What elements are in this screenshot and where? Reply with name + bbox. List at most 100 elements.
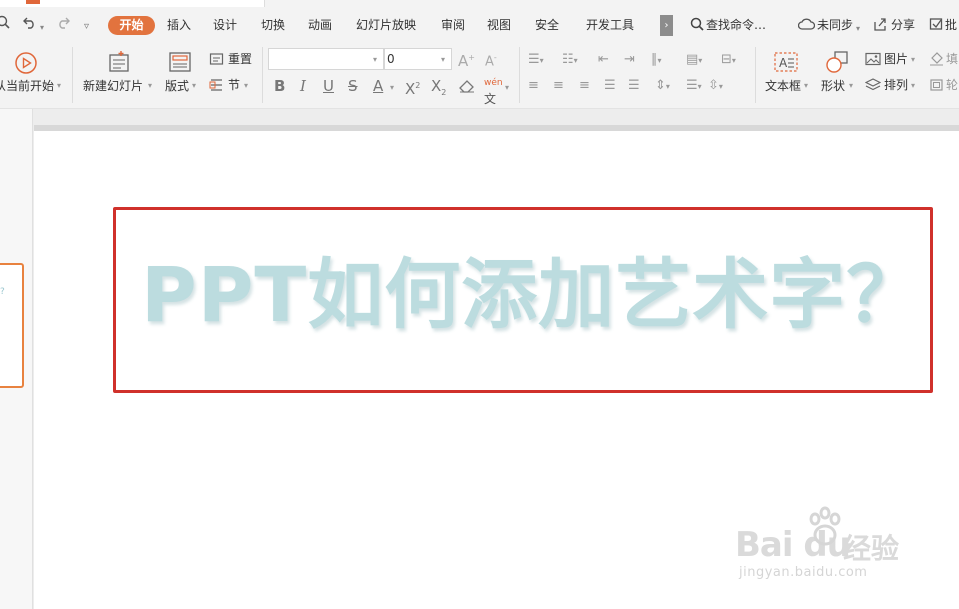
font-name-input[interactable] [268, 48, 384, 70]
textbox-dropdown-icon[interactable]: ▾ [804, 81, 808, 90]
columns-icon[interactable]: ∥▾ [651, 52, 662, 69]
baidu-jingyan-watermark: Bai du 经验 jingyan.baidu.com [735, 505, 915, 595]
outline-button[interactable]: 轮 [946, 77, 958, 93]
fill-icon[interactable] [929, 52, 944, 70]
bold-icon[interactable]: B [274, 78, 285, 94]
cloud-sync-icon [797, 17, 816, 36]
increase-font-icon[interactable]: A+ [458, 50, 475, 69]
section-icon[interactable] [209, 78, 224, 96]
picture-icon[interactable] [865, 52, 881, 70]
reset-icon[interactable] [209, 52, 224, 70]
section-dropdown-icon[interactable]: ▾ [244, 81, 248, 90]
subscript-icon[interactable]: X2 [431, 78, 446, 101]
tab-security[interactable]: 安全 [535, 16, 559, 34]
text-direction-icon[interactable]: ▤▾ [686, 52, 702, 69]
paragraph-spacing-icon[interactable]: ☰▾ [686, 78, 702, 95]
home-ribbon: 从当前开始 ▾ 新建幻灯片 ▾ 版式 ▾ 重置 节 ▾ ▾ 0 ▾ A+ A- [0, 43, 959, 109]
superscript-icon[interactable]: X2 [405, 78, 420, 97]
align-text-icon[interactable]: ⊟▾ [721, 52, 736, 69]
underline-icon[interactable]: U [323, 78, 334, 94]
bullet-list-icon[interactable]: ☰▾ [528, 52, 544, 69]
font-color-icon[interactable]: A [373, 78, 383, 94]
search-command-icon [690, 17, 704, 36]
customize-dropdown-icon[interactable]: ▿ [84, 18, 89, 36]
tab-review[interactable]: 审阅 [441, 16, 465, 34]
fill-button[interactable]: 填 [946, 51, 958, 67]
pinyin-dropdown-icon[interactable]: ▾ [505, 83, 509, 92]
shape-icon[interactable] [824, 50, 850, 78]
slide-thumbnail-panel[interactable]: ? [0, 109, 33, 609]
textbox-button[interactable]: 文本框 [765, 78, 801, 94]
share-button[interactable]: 分享 [891, 16, 915, 34]
font-size-dropdown-icon[interactable]: ▾ [441, 55, 445, 64]
menu-bar: ▾ ▿ 开始 插入 设计 切换 动画 幻灯片放映 审阅 视图 安全 开发工具 ›… [0, 7, 959, 43]
undo-dropdown-icon[interactable]: ▾ [40, 19, 44, 37]
justify-icon[interactable]: ☰ [604, 78, 616, 94]
numbered-list-icon[interactable]: ☷▾ [562, 52, 578, 69]
wordart-textbox[interactable]: PPT如何添加艺术字？ [113, 207, 933, 393]
pinyin-icon[interactable]: wén 文 [484, 75, 503, 109]
separator [519, 47, 520, 103]
undo-icon[interactable] [22, 15, 38, 34]
separator [755, 47, 756, 103]
font-color-dropdown-icon[interactable]: ▾ [390, 83, 394, 92]
search-icon[interactable] [0, 15, 10, 34]
separator [262, 47, 263, 103]
slide-thumbnail-1[interactable]: ? [0, 263, 24, 388]
new-slide-dropdown-icon[interactable]: ▾ [148, 81, 152, 90]
tab-developer[interactable]: 开发工具 [586, 16, 634, 34]
tab-animations[interactable]: 动画 [308, 16, 332, 34]
new-slide-icon[interactable] [107, 50, 131, 78]
line-spacing-icon[interactable]: ⇕▾ [655, 78, 670, 95]
thumbnail-text: ? [0, 287, 5, 297]
arrange-icon[interactable] [864, 78, 882, 96]
paw-icon [809, 506, 841, 546]
shape-button[interactable]: 形状 [821, 78, 845, 94]
document-icon [26, 0, 40, 4]
tab-home[interactable]: 开始 [108, 16, 155, 35]
reset-button[interactable]: 重置 [228, 51, 252, 67]
wps-presentation-window: ▾ ▿ 开始 插入 设计 切换 动画 幻灯片放映 审阅 视图 安全 开发工具 ›… [0, 0, 959, 609]
picture-button[interactable]: 图片 [884, 51, 908, 67]
more-tabs-button[interactable]: › [660, 15, 673, 36]
shape-dropdown-icon[interactable]: ▾ [849, 81, 853, 90]
decrease-font-icon[interactable]: A- [485, 50, 497, 70]
title-strip [0, 0, 959, 7]
layout-dropdown-icon[interactable]: ▾ [192, 81, 196, 90]
increase-indent-icon[interactable]: ⇥ [624, 52, 635, 68]
arrange-button[interactable]: 排列 [884, 77, 908, 93]
align-center-icon[interactable]: ≡ [553, 78, 564, 94]
layout-button[interactable]: 版式 [165, 78, 189, 94]
tab-view[interactable]: 视图 [487, 16, 511, 34]
wordart-text[interactable]: PPT如何添加艺术字？ [141, 250, 923, 340]
play-dropdown-icon[interactable]: ▾ [57, 81, 61, 90]
tab-design[interactable]: 设计 [213, 16, 237, 34]
align-left-icon[interactable]: ≡ [528, 78, 539, 94]
svg-text:A: A [779, 56, 788, 70]
layout-icon[interactable] [168, 50, 192, 78]
tab-slideshow[interactable]: 幻灯片放映 [356, 16, 416, 34]
play-from-current-button[interactable]: 从当前开始 [0, 78, 54, 94]
font-name-dropdown-icon[interactable]: ▾ [373, 55, 377, 64]
clear-format-icon[interactable] [459, 79, 475, 97]
tab-transitions[interactable]: 切换 [261, 16, 285, 34]
picture-dropdown-icon[interactable]: ▾ [911, 55, 915, 64]
decrease-indent-icon[interactable]: ⇤ [598, 52, 609, 68]
paragraph-settings-icon[interactable]: ⇳▾ [708, 78, 723, 95]
distribute-icon[interactable]: ☰ [628, 78, 640, 94]
sync-dropdown-icon[interactable]: ▾ [856, 20, 860, 38]
align-right-icon[interactable]: ≡ [579, 78, 590, 94]
sync-status[interactable]: 未同步 [817, 16, 853, 34]
section-button[interactable]: 节 [228, 77, 240, 93]
tab-insert[interactable]: 插入 [167, 16, 191, 34]
search-command[interactable]: 查找命令… [706, 16, 766, 34]
play-icon[interactable] [14, 51, 38, 79]
arrange-dropdown-icon[interactable]: ▾ [911, 81, 915, 90]
new-slide-button[interactable]: 新建幻灯片 [83, 78, 143, 94]
textbox-icon[interactable]: A [773, 51, 799, 77]
strikethrough-icon[interactable]: S [348, 78, 358, 94]
outline-icon[interactable] [929, 78, 944, 96]
redo-icon[interactable] [55, 15, 71, 34]
italic-icon[interactable]: I [300, 78, 306, 94]
comment-button[interactable]: 批 [945, 16, 957, 34]
